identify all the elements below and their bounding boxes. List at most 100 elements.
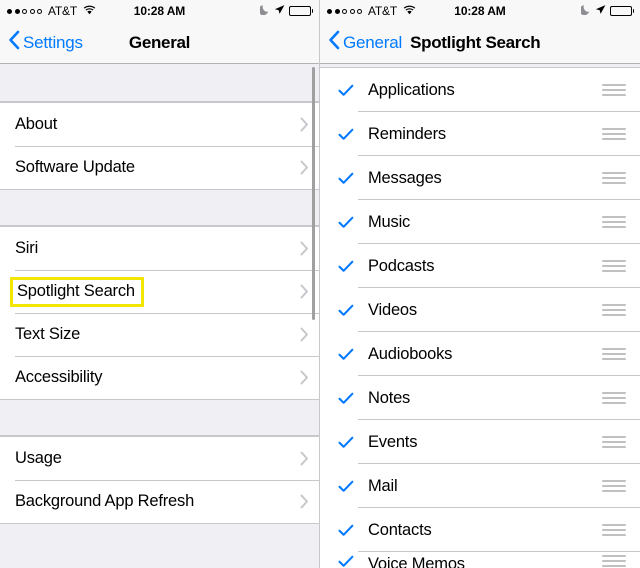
spotlight-row-events[interactable]: Events (320, 420, 640, 464)
spotlight-items-list: Applications Reminders Messages Music Po… (320, 67, 640, 568)
settings-row-software-update[interactable]: Software Update (0, 146, 319, 189)
settings-row-about[interactable]: About (0, 103, 319, 146)
page-title-spotlight-search: Spotlight Search (410, 32, 541, 52)
drag-handle-icon[interactable] (602, 524, 626, 536)
settings-row-background-app-refresh[interactable]: Background App Refresh (0, 480, 319, 523)
row-label: Notes (368, 388, 411, 407)
section-gap (0, 64, 319, 102)
checkmark-icon[interactable] (338, 524, 364, 537)
drag-handle-icon[interactable] (602, 172, 626, 184)
spotlight-row-podcasts[interactable]: Podcasts (320, 244, 640, 288)
chevron-right-icon (300, 451, 309, 466)
settings-group-2: Siri Spotlight Search Text Size Accessib… (0, 226, 319, 400)
drag-handle-icon[interactable] (602, 260, 626, 272)
nav-bar-spotlight-search: General Spotlight Search (320, 22, 640, 64)
drag-handle-icon[interactable] (602, 128, 626, 140)
spotlight-row-voice-memos[interactable]: Voice Memos (320, 552, 640, 568)
chevron-right-icon (300, 370, 309, 385)
spotlight-row-audiobooks[interactable]: Audiobooks (320, 332, 640, 376)
settings-group-3: Usage Background App Refresh (0, 436, 319, 524)
drag-handle-icon[interactable] (602, 216, 626, 228)
drag-handle-icon[interactable] (602, 348, 626, 360)
drag-handle-icon[interactable] (602, 555, 626, 567)
row-label: Background App Refresh (15, 492, 195, 510)
checkmark-icon[interactable] (338, 260, 364, 273)
spotlight-row-music[interactable]: Music (320, 200, 640, 244)
drag-handle-icon[interactable] (602, 436, 626, 448)
spotlight-search-list[interactable]: Applications Reminders Messages Music Po… (320, 64, 640, 568)
checkmark-icon[interactable] (338, 84, 364, 97)
spotlight-row-reminders[interactable]: Reminders (320, 112, 640, 156)
vertical-scrollbar[interactable] (312, 67, 315, 320)
general-settings-list[interactable]: About Software Update Siri Spotlight Sea… (0, 64, 319, 568)
row-label: Podcasts (368, 256, 435, 275)
row-label: Software Update (15, 158, 135, 176)
checkmark-icon[interactable] (338, 555, 364, 568)
row-label: Reminders (368, 124, 446, 143)
status-bar-clock: 10:28 AM (133, 4, 186, 18)
chevron-right-icon (300, 494, 309, 509)
chevron-right-icon (300, 284, 309, 299)
row-label: Accessibility (15, 368, 103, 386)
row-label: Usage (15, 449, 62, 467)
row-label: Events (368, 432, 418, 451)
status-bar-left: AT&T 10:28 AM (0, 0, 319, 22)
highlight-box: Spotlight Search (10, 276, 144, 307)
chevron-right-icon (300, 327, 309, 342)
spotlight-row-contacts[interactable]: Contacts (320, 508, 640, 552)
section-gap (0, 400, 319, 436)
row-label: Voice Memos (368, 555, 465, 568)
left-panel-general-settings: AT&T 10:28 AM Settings General About Sof… (0, 0, 320, 568)
row-label: Text Size (15, 325, 81, 343)
row-label: Spotlight Search (17, 281, 135, 300)
checkmark-icon[interactable] (338, 128, 364, 141)
row-label: Audiobooks (368, 344, 453, 363)
page-title-general: General (128, 32, 191, 52)
chevron-right-icon (300, 241, 309, 256)
checkmark-icon[interactable] (338, 348, 364, 361)
checkmark-icon[interactable] (338, 436, 364, 449)
back-button-label: General (343, 32, 403, 52)
row-label: Contacts (368, 520, 432, 539)
status-bar-right: AT&T 10:28 AM (320, 0, 640, 22)
spotlight-row-messages[interactable]: Messages (320, 156, 640, 200)
right-panel-spotlight-search: AT&T 10:28 AM General Spotlight Search A… (320, 0, 640, 568)
section-gap (0, 524, 319, 564)
section-gap (0, 190, 319, 226)
settings-row-accessibility[interactable]: Accessibility (0, 356, 319, 399)
row-label: Messages (368, 168, 442, 187)
spotlight-row-mail[interactable]: Mail (320, 464, 640, 508)
drag-handle-icon[interactable] (602, 84, 626, 96)
spotlight-row-notes[interactable]: Notes (320, 376, 640, 420)
dual-screenshot: AT&T 10:28 AM Settings General About Sof… (0, 0, 640, 568)
battery-icon (609, 6, 634, 16)
drag-handle-icon[interactable] (602, 480, 626, 492)
checkmark-icon[interactable] (338, 480, 364, 493)
settings-row-text-size[interactable]: Text Size (0, 313, 319, 356)
row-label: Music (368, 212, 411, 231)
row-label: Videos (368, 300, 417, 319)
row-label: About (15, 115, 58, 133)
battery-icon (288, 6, 313, 16)
settings-row-spotlight-search[interactable]: Spotlight Search (0, 270, 319, 313)
checkmark-icon[interactable] (338, 216, 364, 229)
spotlight-row-applications[interactable]: Applications (320, 68, 640, 112)
chevron-right-icon (300, 117, 309, 132)
checkmark-icon[interactable] (338, 392, 364, 405)
drag-handle-icon[interactable] (602, 392, 626, 404)
row-label: Applications (368, 80, 455, 99)
spotlight-row-videos[interactable]: Videos (320, 288, 640, 332)
back-button-general[interactable]: General (320, 30, 402, 55)
chevron-right-icon (300, 160, 309, 175)
checkmark-icon[interactable] (338, 304, 364, 317)
row-label: Mail (368, 476, 398, 495)
settings-row-usage[interactable]: Usage (0, 437, 319, 480)
settings-group-1: About Software Update (0, 102, 319, 190)
drag-handle-icon[interactable] (602, 304, 626, 316)
nav-bar-general: Settings General (0, 22, 319, 64)
status-bar-clock: 10:28 AM (454, 4, 506, 18)
settings-row-siri[interactable]: Siri (0, 227, 319, 270)
row-label: Siri (15, 239, 39, 257)
checkmark-icon[interactable] (338, 172, 364, 185)
chevron-left-icon (328, 30, 340, 55)
